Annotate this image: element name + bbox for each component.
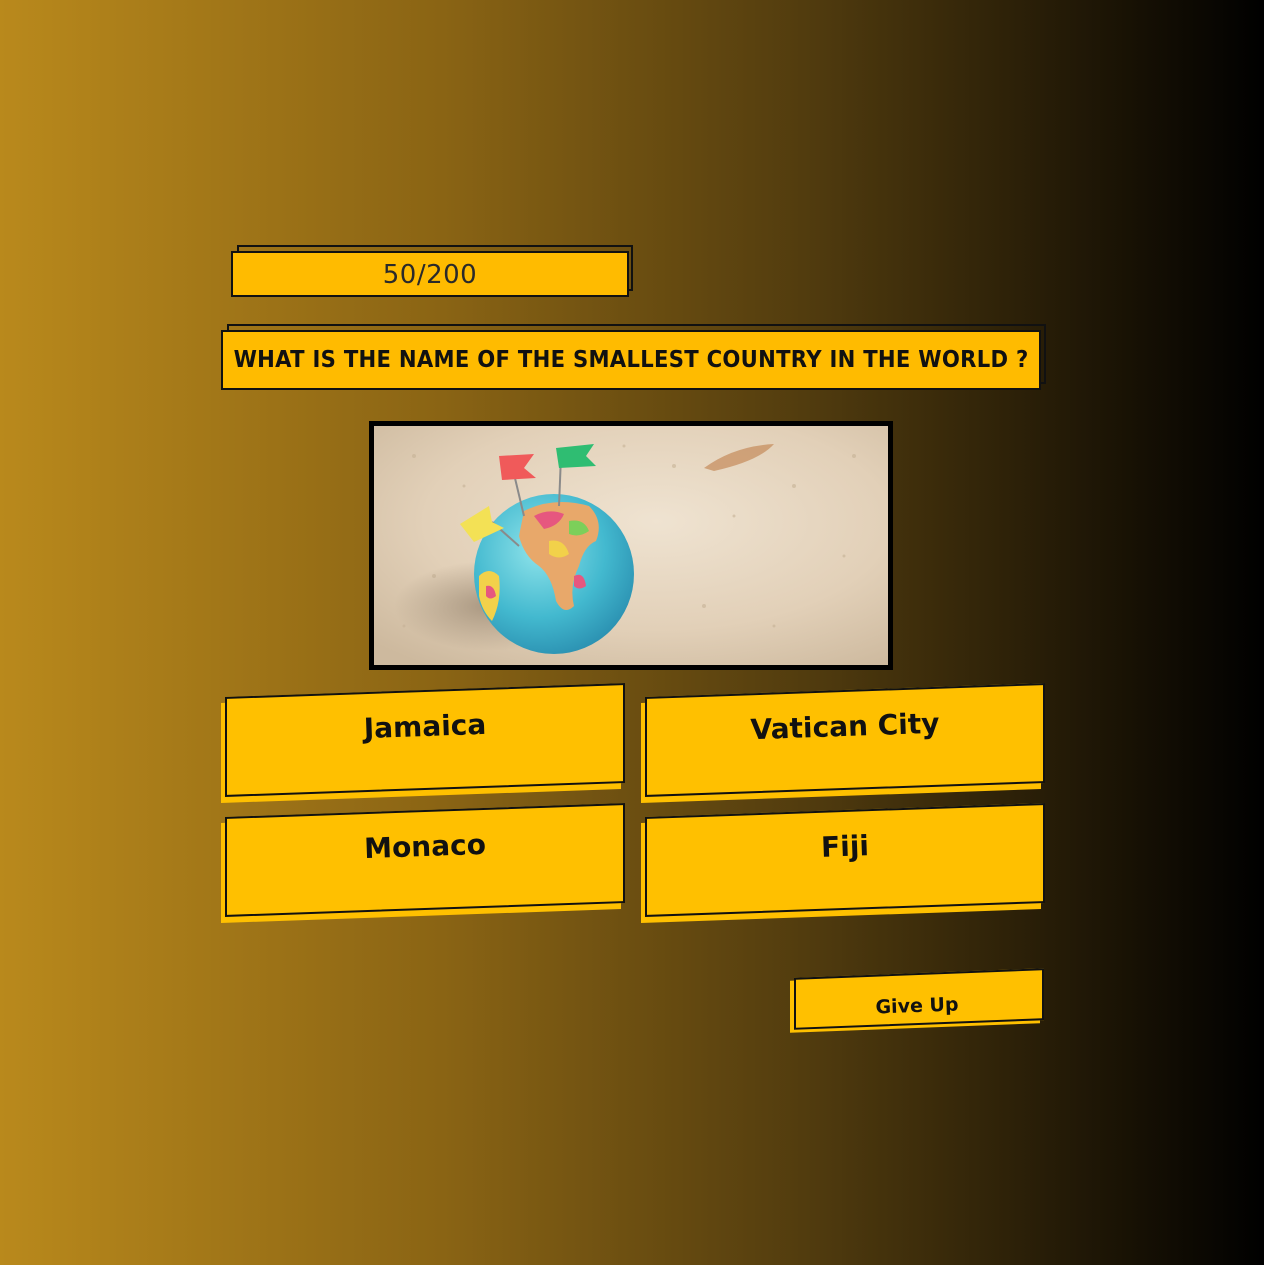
score-box-panel: 50/200 (231, 251, 629, 297)
answer-button-2[interactable]: Vatican City (641, 683, 1049, 808)
answer-button-3[interactable]: Monaco (221, 803, 629, 928)
question-box: WHAT IS THE NAME OF THE SMALLEST COUNTRY… (221, 324, 1046, 391)
score-text: 50/200 (382, 260, 478, 290)
answer-button-1[interactable]: Jamaica (221, 683, 629, 808)
give-up-button[interactable]: Give Up (790, 968, 1046, 1041)
question-image (369, 421, 893, 670)
question-box-panel: WHAT IS THE NAME OF THE SMALLEST COUNTRY… (221, 330, 1041, 390)
score-box: 50/200 (231, 245, 635, 298)
question-text: WHAT IS THE NAME OF THE SMALLEST COUNTRY… (233, 347, 1029, 373)
answer-button-4[interactable]: Fiji (641, 803, 1049, 928)
